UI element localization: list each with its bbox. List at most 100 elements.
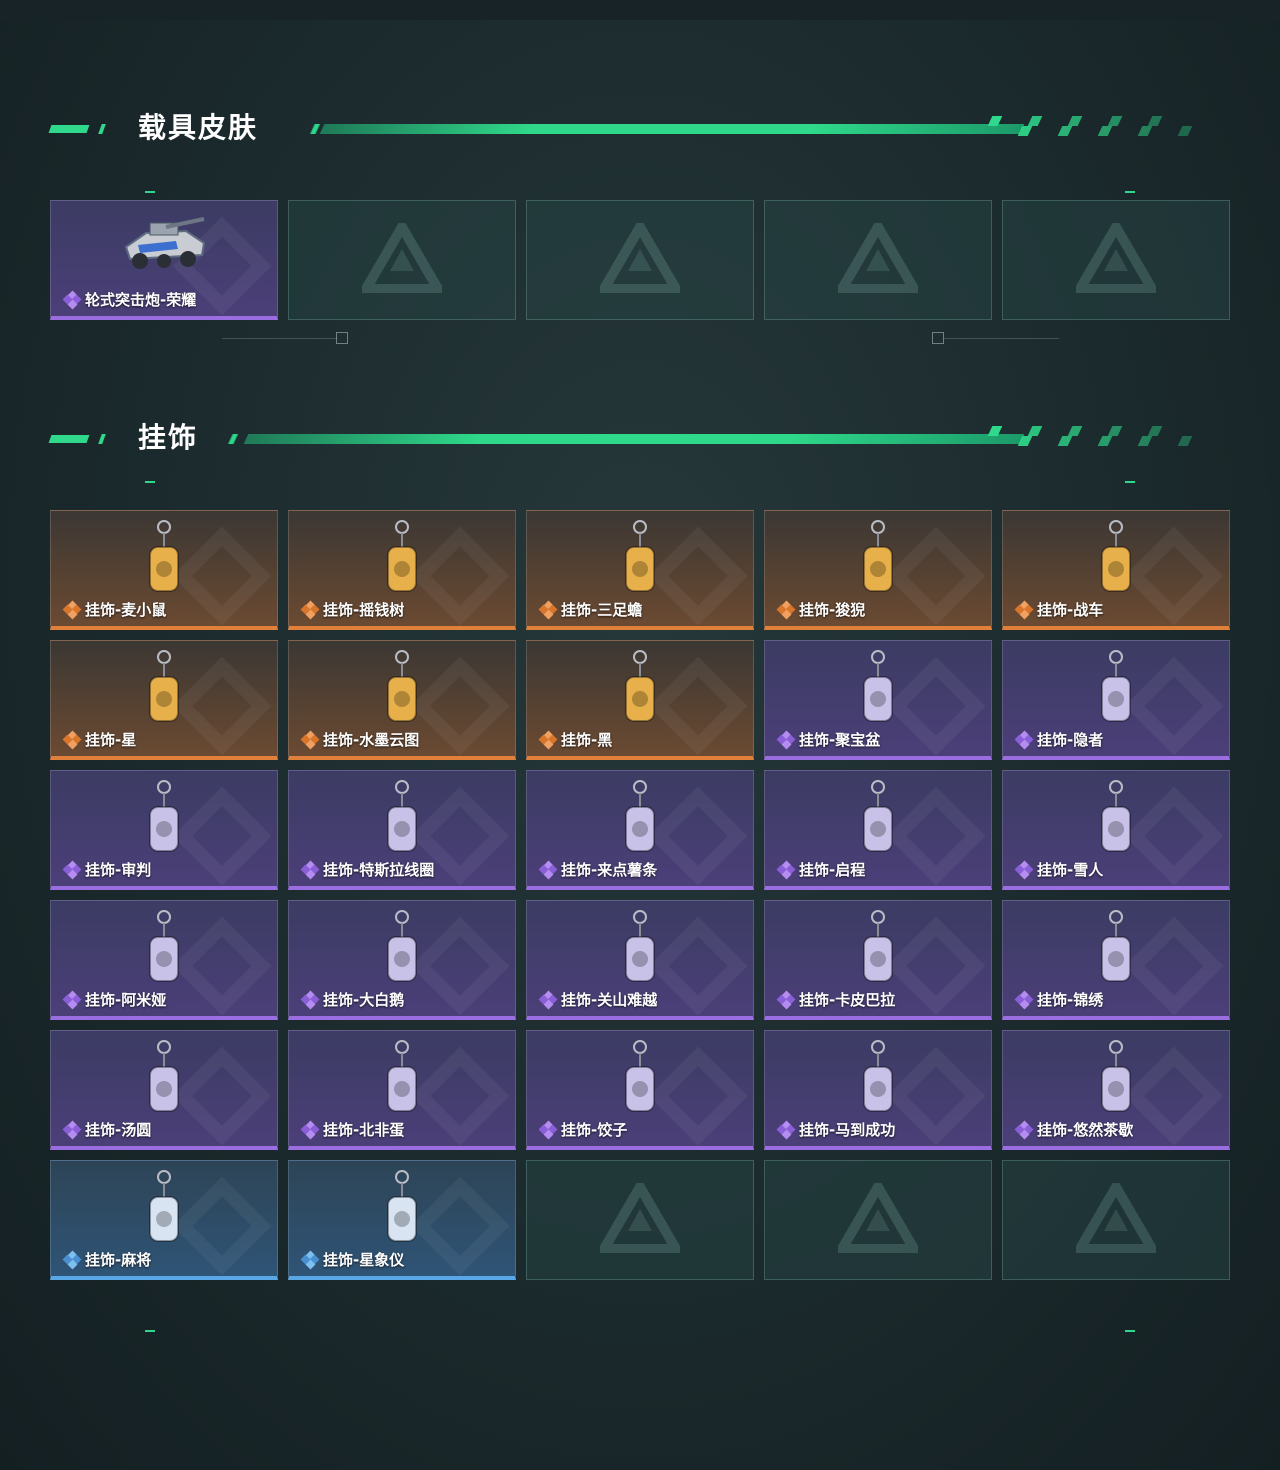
quality-diamond-icon [538, 600, 558, 619]
item-card[interactable]: 挂饰-黑 [526, 640, 754, 760]
quality-diamond-icon [300, 600, 320, 619]
item-name: 挂饰-星象仪 [323, 1251, 405, 1269]
item-card[interactable]: 挂饰-水墨云图 [288, 640, 516, 760]
checker-square [1057, 436, 1073, 446]
placeholder-logo-icon [595, 1177, 685, 1257]
item-name: 挂饰-特斯拉线圈 [323, 861, 435, 879]
item-name: 挂饰-启程 [799, 861, 866, 879]
quality-diamond-icon [62, 1120, 82, 1139]
item-name: 挂饰-北非蛋 [323, 1121, 405, 1139]
checker-square [1097, 126, 1113, 136]
item-card[interactable]: 挂饰-锦绣 [1002, 900, 1230, 1020]
checker-square [1137, 436, 1153, 446]
item-label: 挂饰-汤圆 [62, 1119, 151, 1140]
quality-diamond-icon [776, 860, 796, 879]
quality-diamond-icon [538, 990, 558, 1009]
item-card[interactable]: 挂饰-启程 [764, 770, 992, 890]
item-card[interactable]: 轮式突击炮-荣耀 [50, 200, 278, 320]
item-card[interactable]: 挂饰-审判 [50, 770, 278, 890]
quality-diamond-icon [300, 860, 320, 879]
placeholder-logo-icon [357, 217, 447, 297]
empty-slot[interactable] [526, 200, 754, 320]
header-accent-mark [98, 124, 106, 134]
quality-diamond-icon [300, 990, 320, 1009]
header-accent-line [227, 434, 239, 444]
quality-diamond-icon [1014, 1120, 1034, 1139]
item-card[interactable]: 挂饰-阿米娅 [50, 900, 278, 1020]
header-accent-mark [48, 125, 90, 133]
item-name: 挂饰-战车 [1037, 601, 1104, 619]
empty-slot[interactable] [1002, 200, 1230, 320]
placeholder-logo-icon [833, 217, 923, 297]
item-card[interactable]: 挂饰-星象仪 [288, 1160, 516, 1280]
item-card[interactable]: 挂饰-汤圆 [50, 1030, 278, 1150]
header-checker-flag [987, 116, 1200, 136]
empty-slot[interactable] [764, 1160, 992, 1280]
item-label: 挂饰-马到成功 [776, 1119, 896, 1140]
item-label: 挂饰-聚宝盆 [776, 729, 881, 750]
item-card[interactable]: 挂饰-大白鹅 [288, 900, 516, 1020]
item-name: 挂饰-锦绣 [1037, 991, 1104, 1009]
item-card[interactable]: 挂饰-星 [50, 640, 278, 760]
item-card[interactable]: 挂饰-关山难越 [526, 900, 754, 1020]
item-card[interactable]: 挂饰-来点薯条 [526, 770, 754, 890]
header-accent-mark [98, 434, 106, 444]
item-name: 挂饰-马到成功 [799, 1121, 896, 1139]
checker-square [1017, 126, 1033, 136]
placeholder-logo-icon [1071, 217, 1161, 297]
quality-diamond-icon [1014, 600, 1034, 619]
empty-slot[interactable] [1002, 1160, 1230, 1280]
quality-diamond-icon [1014, 990, 1034, 1009]
item-card[interactable]: 挂饰-雪人 [1002, 770, 1230, 890]
divider-square [336, 332, 348, 344]
item-name: 挂饰-阿米娅 [85, 991, 167, 1009]
empty-slot[interactable] [526, 1160, 754, 1280]
item-label: 挂饰-悠然茶歇 [1014, 1119, 1133, 1140]
item-card[interactable]: 挂饰-饺子 [526, 1030, 754, 1150]
item-label: 挂饰-星象仪 [300, 1249, 405, 1270]
header-accent-mark [48, 435, 90, 443]
empty-slot[interactable] [764, 200, 992, 320]
checker-square [1147, 426, 1163, 436]
quality-diamond-icon [62, 990, 82, 1009]
quality-diamond-icon [62, 600, 82, 619]
quality-diamond-icon [776, 990, 796, 1009]
item-card[interactable]: 挂饰-麦小鼠 [50, 510, 278, 630]
item-label: 挂饰-黑 [538, 729, 612, 750]
item-label: 轮式突击炮-荣耀 [62, 289, 196, 310]
item-card[interactable]: 挂饰-三足蟾 [526, 510, 754, 630]
item-label: 挂饰-大白鹅 [300, 989, 404, 1010]
empty-slot[interactable] [288, 200, 516, 320]
item-card[interactable]: 挂饰-麻将 [50, 1160, 278, 1280]
item-card[interactable]: 挂饰-北非蛋 [288, 1030, 516, 1150]
item-name: 挂饰-饺子 [561, 1121, 628, 1139]
item-label: 挂饰-审判 [62, 859, 152, 880]
quality-diamond-icon [538, 860, 558, 879]
item-card[interactable]: 挂饰-悠然茶歇 [1002, 1030, 1230, 1150]
item-name: 挂饰-聚宝盆 [799, 731, 881, 749]
item-card[interactable]: 挂饰-卡皮巴拉 [764, 900, 992, 1020]
quality-diamond-icon [538, 1120, 558, 1139]
item-label: 挂饰-摇钱树 [300, 599, 405, 620]
item-name: 挂饰-水墨云图 [323, 731, 420, 749]
item-card[interactable]: 挂饰-隐者 [1002, 640, 1230, 760]
item-label: 挂饰-水墨云图 [300, 729, 420, 750]
item-name: 挂饰-三足蟾 [561, 601, 643, 619]
checker-square [1027, 426, 1043, 436]
item-name: 挂饰-摇钱树 [323, 601, 405, 619]
item-card[interactable]: 挂饰-摇钱树 [288, 510, 516, 630]
item-card[interactable]: 挂饰-聚宝盆 [764, 640, 992, 760]
item-card[interactable]: 挂饰-特斯拉线圈 [288, 770, 516, 890]
item-card[interactable]: 挂饰-马到成功 [764, 1030, 992, 1150]
checker-square [1177, 126, 1193, 136]
section-header-vehicle-skins: 载具皮肤 [48, 110, 1200, 146]
item-name: 挂饰-审判 [85, 861, 152, 879]
checker-square [1027, 116, 1043, 126]
item-card[interactable]: 挂饰-狻猊 [764, 510, 992, 630]
item-card[interactable]: 挂饰-战车 [1002, 510, 1230, 630]
checker-square [1067, 426, 1083, 436]
item-name: 挂饰-隐者 [1037, 731, 1104, 749]
top-bar [0, 0, 1280, 20]
quality-diamond-icon [300, 1250, 320, 1269]
item-label: 挂饰-饺子 [538, 1119, 628, 1140]
